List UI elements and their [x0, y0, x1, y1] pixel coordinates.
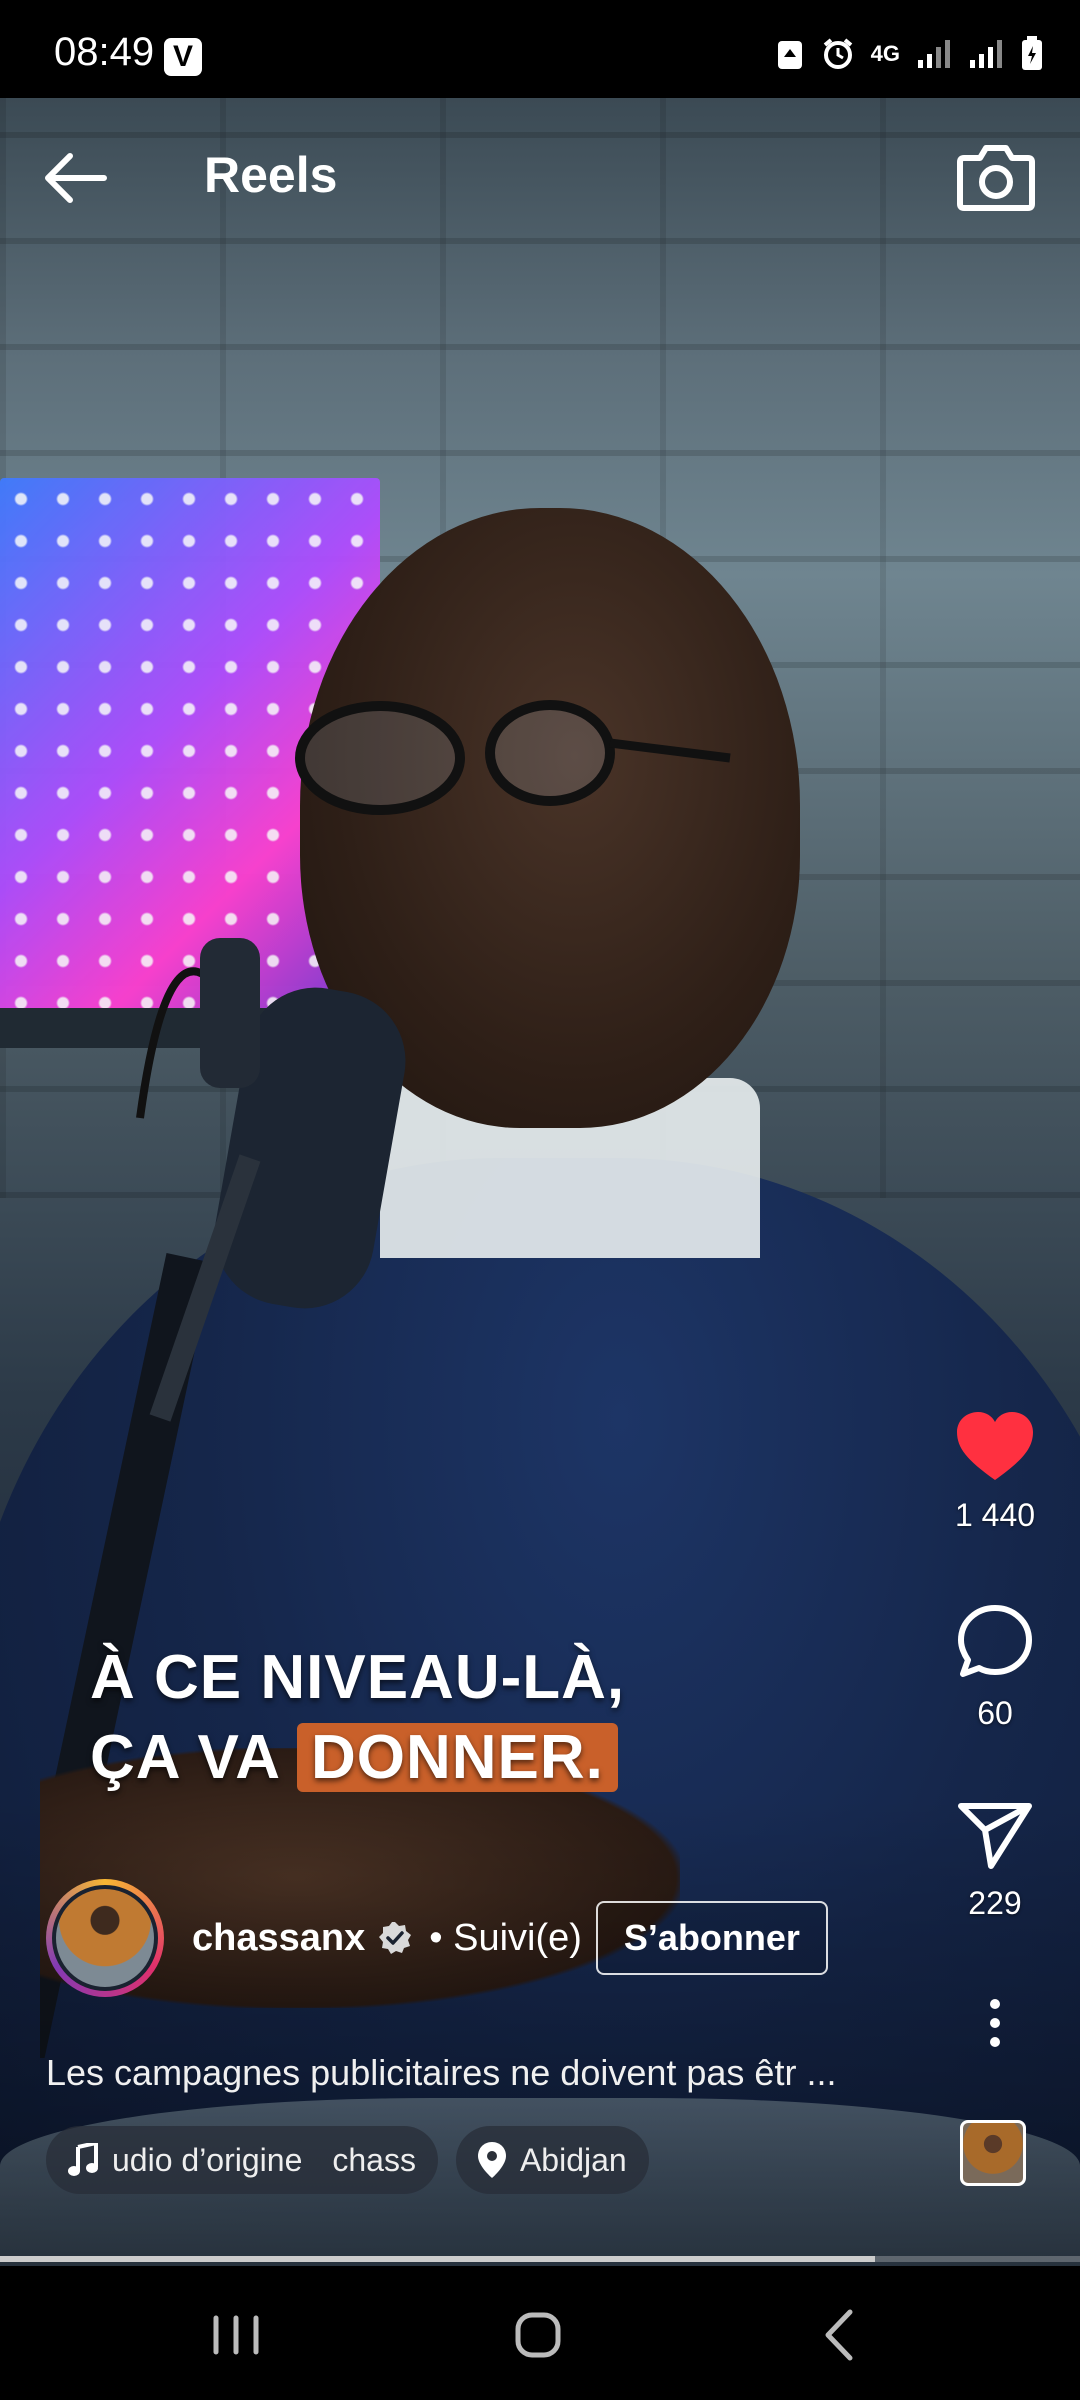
home-icon[interactable] [498, 2300, 578, 2370]
back-nav-icon[interactable] [800, 2300, 880, 2370]
comment-button[interactable]: 60 [940, 1604, 1050, 1732]
more-vertical-icon [990, 1999, 1000, 2047]
share-count: 229 [968, 1885, 1022, 1921]
like-count: 1 440 [954, 1497, 1036, 1533]
back-arrow-icon[interactable] [36, 138, 116, 218]
subscribe-button[interactable]: S’abonner [595, 1901, 828, 1975]
video-caption: À CE NIVEAU-LÀ, ÇA VA DONNER. [90, 1638, 625, 1798]
followed-label: • Suivi(e) [429, 1916, 582, 1959]
location-chip[interactable]: Abidjan [455, 2126, 649, 2194]
video-progress-bar[interactable] [0, 2256, 1080, 2262]
send-icon [958, 1803, 1032, 1869]
heart-icon [957, 1412, 1033, 1480]
music-note-icon [68, 2143, 98, 2176]
status-time: 08:49 [54, 30, 155, 74]
caption-line-1: À CE NIVEAU-LÀ, [90, 1643, 626, 1712]
username[interactable]: chassanx [192, 1917, 365, 1960]
share-button[interactable]: 229 [940, 1800, 1050, 1922]
location-pin-icon [477, 2142, 506, 2178]
caption-line-2-prefix: ÇA VA [90, 1723, 279, 1792]
avatar-image [52, 1885, 158, 1991]
system-nav-bar [0, 2266, 1080, 2400]
camera-icon[interactable] [956, 140, 1036, 212]
caption-line-2: ÇA VA DONNER. [90, 1718, 625, 1798]
bottom-shade [0, 1798, 1080, 2266]
video-progress-fill [0, 2256, 875, 2262]
recent-apps-icon[interactable] [196, 2300, 276, 2370]
battery-icon [1022, 36, 1042, 70]
audio-chip[interactable]: udio d’origine chass [46, 2126, 438, 2194]
audio-label: udio d’origine [112, 2141, 303, 2178]
like-button[interactable]: 1 440 [940, 1410, 1050, 1534]
verified-badge-icon [379, 1922, 412, 1954]
app-notification-icon: V [164, 38, 202, 76]
reel-description[interactable]: Les campagnes publicitaires ne doivent p… [46, 2052, 836, 2094]
audio-thumbnail[interactable] [960, 2120, 1026, 2186]
more-options-button[interactable] [940, 1998, 1050, 2053]
recycle-icon [777, 41, 802, 69]
signal-icon-2 [970, 40, 1002, 68]
comment-count: 60 [977, 1695, 1013, 1731]
avatar[interactable] [46, 1879, 164, 1997]
page-title: Reels [204, 147, 338, 203]
glasses [295, 700, 731, 815]
comment-icon [958, 1605, 1032, 1677]
status-icons: 4G [775, 36, 1044, 72]
author-row: chassanx • Suivi(e) S’abonner [46, 1876, 828, 2000]
alarm-icon [823, 38, 852, 69]
network-type: 4G [870, 41, 900, 66]
location-label: Abidjan [519, 2141, 627, 2178]
reel-chips: udio d’origine chass Abidjan [46, 2126, 649, 2194]
audio-author: chass [332, 2141, 416, 2178]
signal-icon [918, 40, 950, 68]
status-bar: 08:49 V 4G [0, 0, 1080, 98]
caption-highlight: DONNER. [296, 1723, 618, 1792]
